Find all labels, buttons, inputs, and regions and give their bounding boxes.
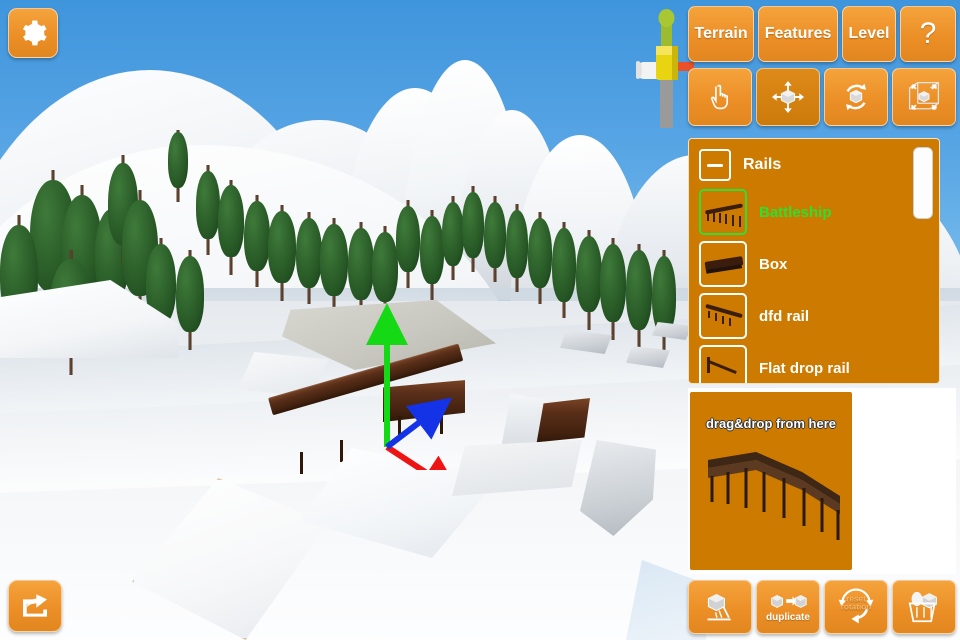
reset-rotation-button[interactable]: reset rotation xyxy=(824,580,888,634)
item-thumbnail[interactable] xyxy=(699,293,747,339)
rail-3d-preview xyxy=(708,452,840,540)
list-item-dfd-rail[interactable]: dfd rail xyxy=(699,293,931,339)
reset-rotation-icon: reset rotation xyxy=(838,588,874,624)
category-row-rails[interactable]: Rails xyxy=(699,149,931,181)
settings-button[interactable] xyxy=(8,8,58,58)
pine-tree xyxy=(576,230,602,330)
help-button[interactable]: ? xyxy=(900,6,957,62)
duplicate-label: duplicate xyxy=(766,612,810,623)
scale-cube-icon xyxy=(908,81,940,110)
category-label: Rails xyxy=(743,156,782,173)
pine-tree xyxy=(196,165,220,255)
delete-button[interactable] xyxy=(892,580,956,634)
item-thumbnail[interactable] xyxy=(699,241,747,287)
cube-drop-to-ground-icon xyxy=(707,593,731,621)
world-axis-gizmo[interactable] xyxy=(636,0,694,128)
minus-icon xyxy=(707,163,723,167)
pine-tree xyxy=(484,196,506,282)
transform-tool-bar xyxy=(688,68,956,126)
drop-to-ground-button[interactable] xyxy=(688,580,752,634)
editor-app: Terrain Features Level ? Rails Battleshi… xyxy=(0,0,960,640)
svg-text:rotation: rotation xyxy=(841,603,872,612)
select-tool-button[interactable] xyxy=(688,68,752,126)
pine-tree xyxy=(420,210,444,300)
list-item-box[interactable]: Box xyxy=(699,241,931,287)
item-thumbnail[interactable] xyxy=(699,345,747,383)
scrollbar-thumb[interactable] xyxy=(913,147,933,219)
tab-features[interactable]: Features xyxy=(758,6,838,62)
item-thumbnail[interactable] xyxy=(699,189,747,235)
move-arrows-cube-icon xyxy=(771,80,805,114)
rail-leg xyxy=(300,452,303,474)
duplicate-cube-icon xyxy=(771,595,807,608)
rotate-tool-button[interactable] xyxy=(824,68,888,126)
pine-tree xyxy=(528,212,552,304)
pine-tree xyxy=(462,186,484,272)
share-export-icon xyxy=(23,594,47,617)
move-gizmo-icon xyxy=(366,303,463,470)
share-button[interactable] xyxy=(8,580,62,632)
trash-cube-icon xyxy=(908,591,937,623)
feature-list-panel[interactable]: Rails Battleship Box dfd rail Flat drop … xyxy=(688,138,940,384)
tab-terrain[interactable]: Terrain xyxy=(688,6,755,62)
hand-pointer-icon xyxy=(710,84,728,110)
pine-tree xyxy=(176,250,204,350)
rotate-cube-icon xyxy=(845,83,867,111)
object-action-bar: duplicate reset rotation xyxy=(688,580,956,634)
list-item-flat-drop-rail[interactable]: Flat drop rail xyxy=(699,345,931,383)
move-tool-button[interactable] xyxy=(756,68,820,126)
top-tab-bar: Terrain Features Level ? xyxy=(688,6,957,62)
pine-tree xyxy=(600,238,626,340)
pine-tree xyxy=(396,200,420,288)
pine-tree xyxy=(296,212,322,304)
move-gizmo[interactable] xyxy=(330,300,510,470)
pine-tree xyxy=(268,205,296,301)
axis-gizmo-icon xyxy=(636,9,694,128)
pine-tree xyxy=(168,130,188,202)
list-scrollbar[interactable] xyxy=(913,147,933,377)
collapse-toggle[interactable] xyxy=(699,149,731,181)
drag-drop-source-panel[interactable]: drag&drop from here xyxy=(690,392,852,570)
tab-level[interactable]: Level xyxy=(841,6,897,62)
pine-tree xyxy=(244,195,270,287)
item-label: Box xyxy=(759,255,788,273)
gear-icon xyxy=(23,20,47,46)
item-label: Battleship xyxy=(759,203,832,221)
pine-tree xyxy=(626,244,652,348)
pine-tree xyxy=(506,204,528,292)
item-label: Flat drop rail xyxy=(759,359,850,377)
list-item-battleship[interactable]: Battleship xyxy=(699,189,931,235)
item-label: dfd rail xyxy=(759,307,810,325)
scale-tool-button[interactable] xyxy=(892,68,956,126)
pine-tree xyxy=(218,180,244,275)
pine-tree xyxy=(442,196,464,280)
pine-tree xyxy=(552,222,576,318)
duplicate-button[interactable]: duplicate xyxy=(756,580,820,634)
